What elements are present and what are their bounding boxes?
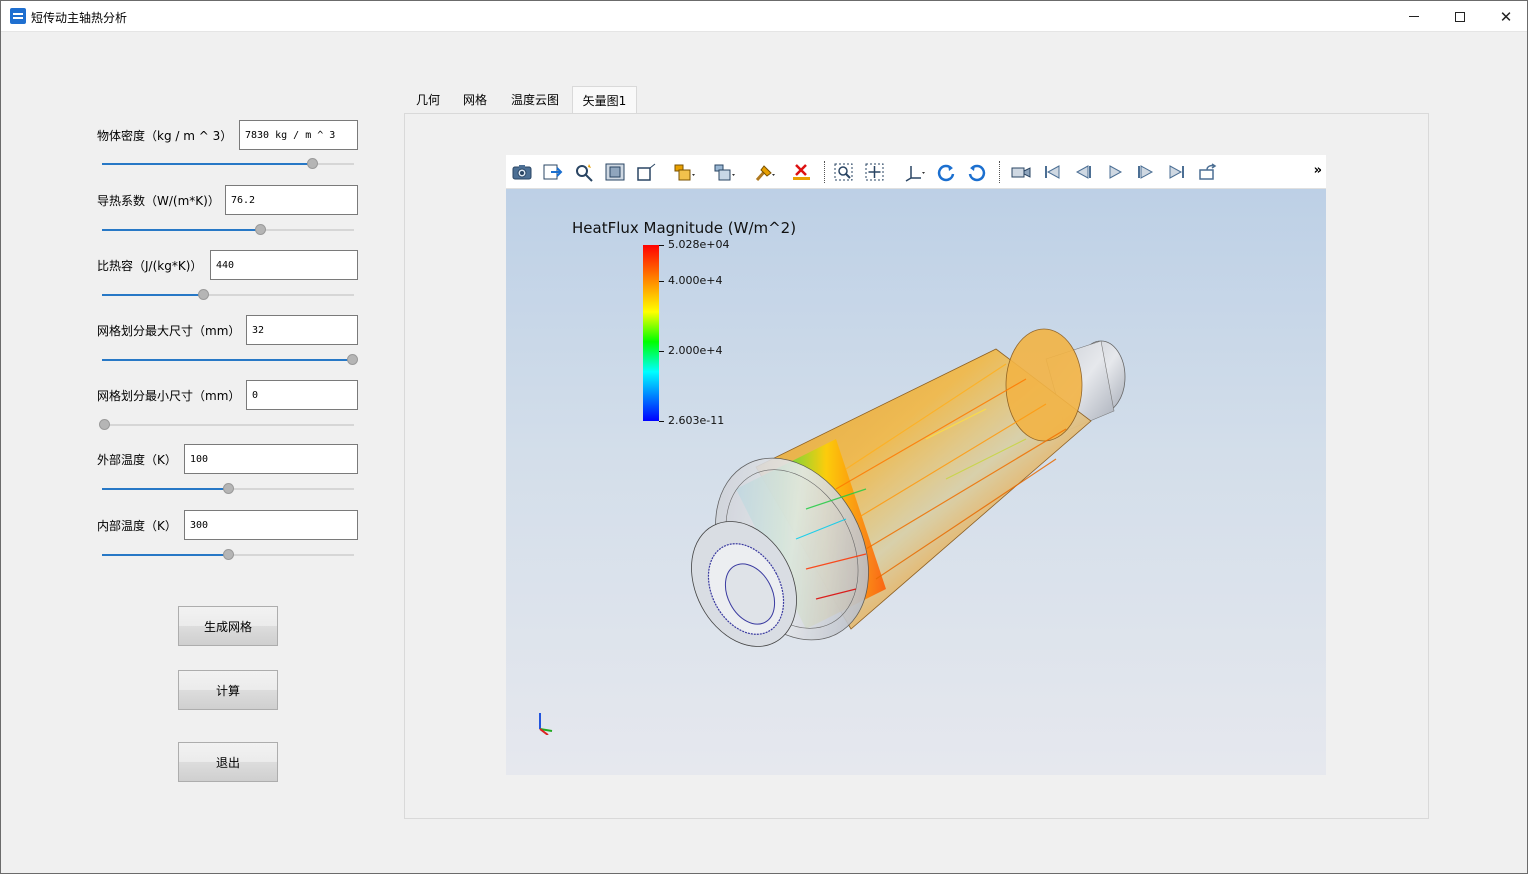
app-window: 短传动主轴热分析 ✕ 物体密度（kg / m ^ 3） 7830 kg / m … (0, 0, 1528, 874)
representation-icon[interactable] (712, 161, 736, 183)
conductivity-label: 导热系数（W/(m*K)） (97, 194, 220, 208)
prev-frame-icon[interactable] (1071, 161, 1095, 183)
slider-thumb[interactable] (347, 354, 358, 365)
inner-temp-input[interactable]: 300 (184, 510, 358, 540)
legend-tick-label: 2.603e-11 (668, 414, 725, 427)
record-icon[interactable] (1009, 161, 1033, 183)
mesh-max-input[interactable]: 32 (246, 315, 358, 345)
specific-heat-input[interactable]: 440 (210, 250, 358, 280)
conductivity-slider[interactable] (102, 224, 354, 236)
toolbar-separator (999, 161, 1000, 183)
camera-icon[interactable] (510, 161, 534, 183)
shaft-model (691, 328, 1126, 647)
query-icon[interactable] (572, 161, 596, 183)
exit-button[interactable]: 退出 (178, 742, 278, 782)
clear-icon[interactable] (790, 161, 814, 183)
legend-tick-label: 5.028e+04 (668, 238, 730, 251)
slider-thumb[interactable] (307, 158, 319, 169)
slider-thumb[interactable] (198, 289, 210, 300)
close-icon: ✕ (1499, 7, 1513, 26)
legend-tick-label: 2.000e+4 (668, 343, 723, 357)
orientation-axes-icon (539, 713, 553, 735)
outer-temp-input[interactable]: 100 (184, 444, 358, 474)
outer-temp-slider[interactable] (102, 483, 354, 495)
paint-icon[interactable] (752, 161, 776, 183)
play-icon[interactable] (1103, 161, 1127, 183)
mesh-max-label: 网格划分最大尺寸（mm） (97, 324, 241, 338)
conductivity-input[interactable]: 76.2 (225, 185, 358, 215)
outer-temp-label: 外部温度（K） (97, 453, 177, 467)
axes-orient-icon[interactable] (902, 161, 926, 183)
title-bar: 短传动主轴热分析 ✕ (1, 1, 1527, 32)
pan-icon[interactable] (863, 161, 887, 183)
legend-tick-mark (659, 350, 664, 352)
specific-heat-slider[interactable] (102, 289, 354, 301)
minimize-button[interactable] (1391, 1, 1437, 32)
legend-tick-mark (659, 280, 664, 282)
tab-vector[interactable]: 矢量图1 (572, 86, 637, 113)
compute-button[interactable]: 计算 (178, 670, 278, 710)
mesh-min-input[interactable]: 0 (246, 380, 358, 410)
inner-temp-slider[interactable] (102, 549, 354, 561)
loop-icon[interactable] (1196, 161, 1220, 183)
tab-mesh[interactable]: 网格 (451, 86, 499, 113)
specific-heat-label: 比热容（J/(kg*K)） (97, 259, 203, 273)
legend-tick-mark (659, 245, 664, 246)
density-slider[interactable] (102, 158, 354, 170)
mesh-min-slider[interactable] (99, 419, 354, 431)
density-input[interactable]: 7830 kg / m ^ 3 (239, 120, 358, 150)
legend-tick-label: 4.000e+4 (668, 273, 723, 287)
last-frame-icon[interactable] (1165, 161, 1189, 183)
legend-tick-mark (659, 421, 664, 422)
density-label: 物体密度（kg / m ^ 3） (97, 129, 233, 143)
toolbar-overflow-button[interactable]: » (1314, 163, 1322, 178)
slider-thumb[interactable] (99, 419, 110, 430)
slider-thumb[interactable] (223, 483, 234, 494)
window-title: 短传动主轴热分析 (31, 11, 128, 25)
toolbar-separator (824, 161, 825, 183)
zoom-region-icon[interactable] (832, 161, 856, 183)
render-viewer[interactable]: » HeatFlux Magnitude (W/m^2) 5.028e+04 4… (506, 155, 1326, 775)
viewer-toolbar: » (506, 155, 1326, 189)
rotate-cw-icon[interactable] (965, 161, 989, 183)
rotate-ccw-icon[interactable] (934, 161, 958, 183)
app-icon (10, 8, 26, 24)
fit-icon[interactable] (603, 161, 627, 183)
legend-title: HeatFlux Magnitude (W/m^2) (572, 219, 797, 237)
tab-geometry[interactable]: 几何 (405, 86, 451, 113)
legend-colorbar (643, 245, 659, 421)
slider-thumb[interactable] (255, 224, 267, 235)
inner-temp-label: 内部温度（K） (97, 519, 177, 533)
export-icon[interactable] (541, 161, 565, 183)
next-frame-icon[interactable] (1134, 161, 1158, 183)
box-icon[interactable] (634, 161, 658, 183)
maximize-icon (1455, 11, 1465, 22)
minimize-icon (1409, 16, 1419, 17)
slider-thumb[interactable] (223, 549, 234, 560)
mesh-max-slider[interactable] (102, 354, 358, 366)
mesh-min-label: 网格划分最小尺寸（mm） (97, 389, 241, 403)
first-frame-icon[interactable] (1040, 161, 1064, 183)
generate-mesh-button[interactable]: 生成网格 (178, 606, 278, 646)
display-mode-icon[interactable] (672, 161, 696, 183)
maximize-button[interactable] (1437, 1, 1483, 32)
close-button[interactable]: ✕ (1483, 1, 1528, 32)
3d-view[interactable]: HeatFlux Magnitude (W/m^2) 5.028e+04 4.0… (506, 189, 1326, 775)
tab-temperature[interactable]: 温度云图 (499, 86, 571, 113)
